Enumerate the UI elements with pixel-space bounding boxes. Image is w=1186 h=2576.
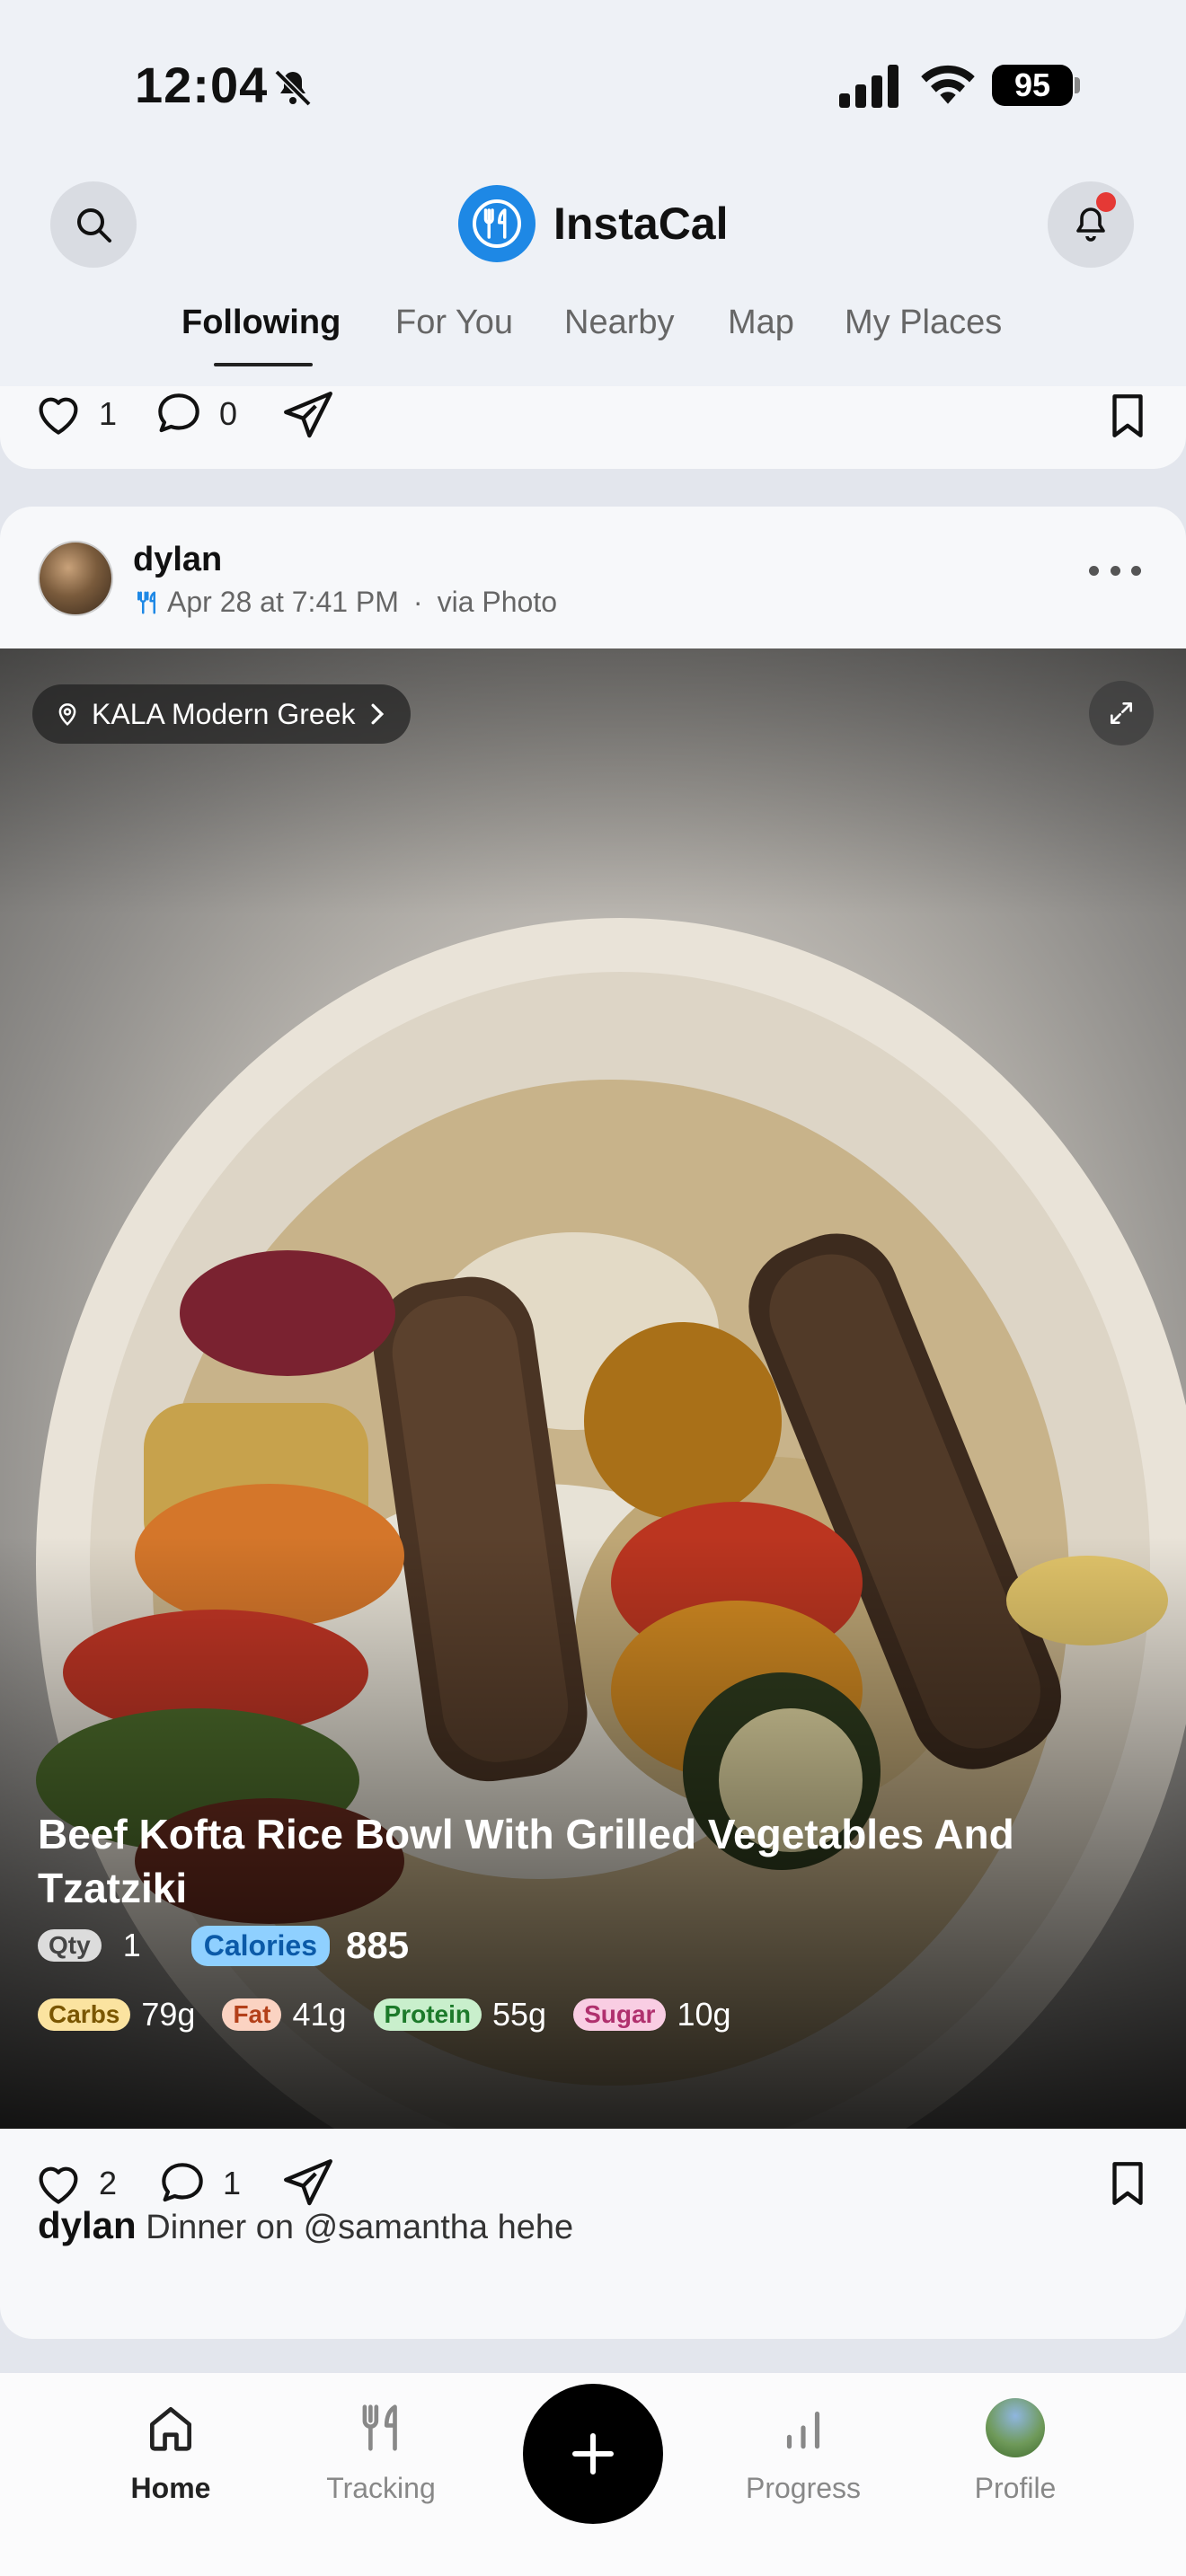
- comment-button[interactable]: 1: [155, 2156, 241, 2211]
- wifi-icon: [921, 65, 975, 104]
- bar-chart-icon: [786, 2411, 820, 2449]
- tab-nearby[interactable]: Nearby: [564, 304, 675, 342]
- food-photo[interactable]: KALA Modern Greek Beef Kofta Rice Bowl W…: [0, 648, 1186, 2129]
- previous-post-actions: 1 0: [0, 386, 1186, 469]
- nav-tracking[interactable]: Tracking: [291, 2395, 471, 2505]
- app-header: InstaCal Following For You Nearby Map My…: [0, 171, 1186, 386]
- post-caption: dylan Dinner on @samantha hehe: [38, 2204, 573, 2247]
- expand-button[interactable]: [1089, 681, 1154, 745]
- qty-badge: Qty: [38, 1929, 102, 1962]
- tab-map[interactable]: Map: [728, 304, 794, 342]
- nav-profile[interactable]: Profile: [925, 2395, 1105, 2505]
- post-username[interactable]: dylan: [133, 541, 222, 579]
- app-brand: InstaCal: [458, 185, 729, 262]
- nav-progress[interactable]: Progress: [713, 2395, 893, 2505]
- protein-value: 55g: [492, 1996, 547, 2033]
- tab-my-places[interactable]: My Places: [845, 304, 1002, 342]
- carbs-value: 79g: [141, 1996, 196, 2033]
- like-button[interactable]: 1: [31, 386, 117, 442]
- search-button[interactable]: [50, 181, 137, 268]
- comment-icon: [162, 2163, 203, 2202]
- status-time: 12:04: [135, 57, 269, 113]
- post-source: via Photo: [437, 586, 557, 618]
- nav-progress-label: Progress: [745, 2472, 862, 2504]
- location-tag[interactable]: KALA Modern Greek: [32, 684, 412, 744]
- feed-tabs: Following For You Nearby Map My Places: [0, 304, 1186, 366]
- post-date: Apr 28 at 7:41 PM: [167, 586, 399, 618]
- status-bar: 12:04 95: [0, 0, 1186, 171]
- sugar-badge: Sugar: [573, 1998, 667, 2031]
- plus-icon: [572, 2433, 614, 2475]
- add-button[interactable]: [523, 2384, 663, 2524]
- nav-profile-label: Profile: [974, 2472, 1057, 2504]
- like-button[interactable]: 2: [31, 2156, 117, 2211]
- post-meta: Apr 28 at 7:41 PM · via Photo: [133, 586, 557, 619]
- protein-badge: Protein: [373, 1998, 482, 2031]
- fat-badge: Fat: [222, 1998, 282, 2031]
- food-title: Beef Kofta Rice Bowl With Grilled Vegeta…: [38, 1811, 1014, 1911]
- avatar: [986, 2398, 1045, 2457]
- location-name: KALA Modern Greek: [92, 697, 356, 730]
- calories-value: 885: [346, 1924, 410, 1966]
- bottom-nav: Home Tracking Progress Profile: [0, 2373, 1186, 2576]
- notification-dot: [1096, 192, 1116, 212]
- like-count: 1: [99, 395, 118, 432]
- calories-badge: Calories: [190, 1925, 330, 1966]
- bookmark-icon[interactable]: [1102, 2156, 1154, 2211]
- chevron-right-icon: [371, 703, 385, 725]
- bookmark-icon[interactable]: [1102, 388, 1154, 444]
- fork-knife-icon: [473, 199, 521, 248]
- quantity-calories-row: Qty 1 Calories 885: [38, 1924, 409, 1967]
- nav-tracking-label: Tracking: [326, 2472, 436, 2504]
- bell-off-icon: [274, 69, 312, 107]
- search-icon: [77, 208, 111, 243]
- comment-button[interactable]: 0: [151, 386, 237, 442]
- comment-count: 1: [223, 2165, 242, 2201]
- battery-indicator: 95: [992, 65, 1073, 106]
- avatar[interactable]: [38, 541, 113, 616]
- app-logo: [458, 185, 535, 262]
- qty-value: 1: [122, 1927, 141, 1963]
- share-icon[interactable]: [279, 386, 338, 446]
- expand-icon: [1111, 702, 1132, 724]
- like-count: 2: [99, 2165, 118, 2201]
- fork-knife-icon: [137, 591, 155, 613]
- tab-for-you[interactable]: For You: [395, 304, 513, 342]
- post-card: dylan Apr 28 at 7:41 PM · via Photo KALA…: [0, 507, 1186, 2339]
- active-tab-indicator: [214, 363, 313, 366]
- carbs-badge: Carbs: [38, 1998, 131, 2031]
- meta-separator: ·: [412, 586, 423, 618]
- nav-home-label: Home: [130, 2472, 211, 2504]
- fork-knife-icon: [362, 2404, 397, 2451]
- caption-text: Dinner on @samantha hehe: [146, 2209, 574, 2246]
- heart-icon: [39, 397, 78, 435]
- cellular-signal-icon: [839, 65, 898, 108]
- more-options-button[interactable]: [1089, 566, 1141, 580]
- app-name: InstaCal: [553, 198, 729, 249]
- comment-icon: [158, 393, 199, 433]
- nav-home[interactable]: Home: [81, 2395, 261, 2505]
- sugar-value: 10g: [677, 1996, 731, 2033]
- comment-count: 0: [219, 395, 238, 432]
- home-icon: [150, 2407, 191, 2451]
- macros-row: Carbs 79g Fat 41g Protein 55g Sugar 10g: [38, 1996, 758, 2033]
- fat-value: 41g: [292, 1996, 347, 2033]
- heart-icon: [39, 2166, 78, 2204]
- location-pin-icon: [58, 703, 76, 726]
- notifications-button[interactable]: [1048, 181, 1134, 268]
- caption-username[interactable]: dylan: [38, 2204, 137, 2246]
- battery-tip: [1075, 77, 1080, 93]
- tab-following[interactable]: Following: [181, 304, 341, 342]
